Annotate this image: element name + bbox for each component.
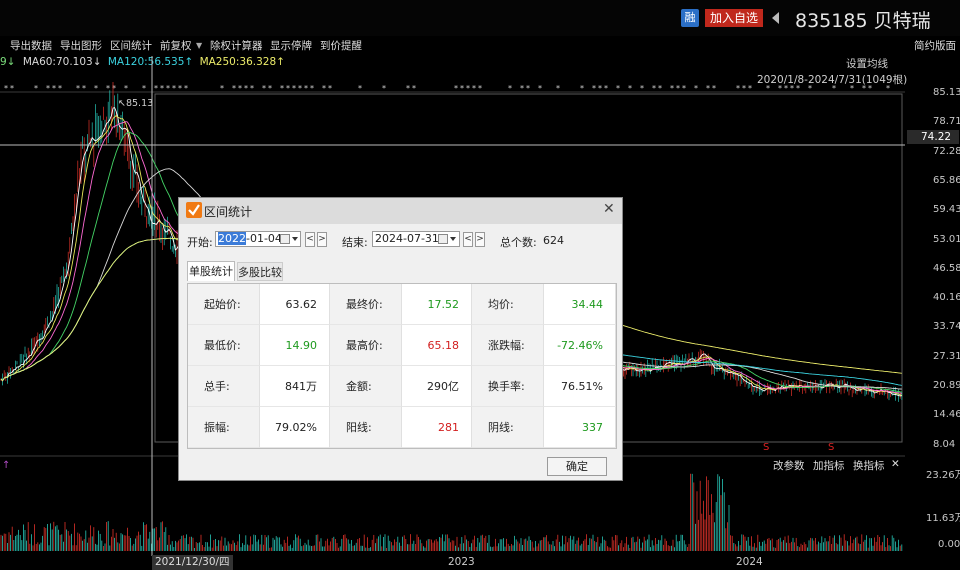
price-tick: 53.01	[933, 233, 960, 245]
end-date-text: 2024-07-31	[375, 232, 439, 245]
stat-value: 79.02%	[260, 407, 330, 448]
dialog-close-icon[interactable]: ✕	[603, 201, 615, 217]
stat-label: 换手率:	[472, 366, 544, 407]
stat-label: 总手:	[188, 366, 260, 407]
stock-name: 贝特瑞	[873, 10, 931, 32]
crosshair-price-label: 74.22	[907, 130, 959, 144]
stats-grid: 起始价: 63.62 最终价: 17.52 均价: 34.44 最低价: 14.90 最高价: 6…	[187, 283, 617, 449]
price-tick: 46.58	[933, 262, 960, 274]
price-tick: 27.31	[933, 350, 960, 362]
price-tick: 65.86	[933, 174, 960, 186]
stat-value: 14.90	[260, 325, 330, 366]
start-year: 2022	[218, 232, 246, 245]
price-tick: 20.89	[933, 380, 960, 391]
volume-tick-top: 23.26万	[926, 470, 960, 481]
top-bar: 融 加入自选 835185 贝特瑞	[0, 0, 960, 36]
ex-rights-calculator-menu[interactable]: 除权计算器	[210, 38, 263, 54]
margin-trading-badge: 融	[681, 9, 699, 27]
x-tick-2023: 2023	[448, 556, 475, 568]
start-date-input[interactable]: 2022-01-04	[215, 231, 301, 247]
price-tick: 78.71	[933, 116, 960, 128]
price-tick: 59.43	[933, 204, 960, 216]
stock-title: 835185 贝特瑞	[795, 6, 931, 33]
price-tick: 14.46	[933, 409, 960, 421]
tab-multi-stock[interactable]: 多股比较	[237, 262, 283, 281]
stat-value: 76.51%	[544, 366, 616, 407]
stat-value: 290亿	[402, 366, 472, 407]
stat-label: 最高价:	[330, 325, 402, 366]
price-tick: 33.74	[933, 321, 960, 333]
stat-label: 阳线:	[330, 407, 402, 448]
crosshair-date-label: 2021/12/30/四	[152, 555, 233, 570]
start-date-rest: -01-04	[246, 232, 282, 245]
close-volume-panel-icon[interactable]: ✕	[891, 458, 900, 470]
range-stats-dialog: 区间统计 ✕ 开始: 2022-01-04 < > 结束: 2024-07-31…	[178, 197, 623, 481]
range-stats-menu[interactable]: 区间统计	[110, 38, 152, 54]
checkmark-icon	[186, 202, 202, 218]
export-image-menu[interactable]: 导出图形	[60, 38, 102, 54]
total-count-label: 总个数:	[500, 236, 537, 249]
chart-menu-bar: 导出数据 导出图形 区间统计 前复权 ▼ 除权计算器 显示停牌 到价提醒 简约版…	[0, 38, 960, 54]
add-to-watchlist-button[interactable]: 加入自选	[705, 9, 764, 27]
dialog-title: 区间统计	[204, 205, 253, 219]
front-adjust-dropdown-icon[interactable]: ▼	[196, 38, 202, 54]
front-adjust-menu[interactable]: 前复权	[160, 38, 192, 54]
export-data-menu[interactable]: 导出数据	[10, 38, 52, 54]
stat-value: 34.44	[544, 284, 616, 325]
stat-label: 振幅:	[188, 407, 260, 448]
prev-stock-arrow-icon[interactable]	[772, 12, 779, 24]
stat-label: 阴线:	[472, 407, 544, 448]
show-suspension-menu[interactable]: 显示停牌	[270, 38, 312, 54]
start-prev-button[interactable]: <	[305, 232, 315, 247]
stat-label: 均价:	[472, 284, 544, 325]
end-prev-button[interactable]: <	[463, 232, 473, 247]
svg-text:S: S	[763, 442, 769, 453]
svg-text:↑: ↑	[2, 460, 10, 471]
add-indicator-button[interactable]: 加指标	[813, 458, 845, 473]
dropdown-arrow-icon[interactable]	[292, 237, 298, 241]
stat-label: 金额:	[330, 366, 402, 407]
price-tick: 8.04	[933, 438, 956, 450]
stat-label: 最终价:	[330, 284, 402, 325]
price-tick: 72.28	[933, 145, 960, 157]
svg-text:S: S	[828, 442, 834, 453]
stock-code: 835185	[795, 10, 868, 32]
stat-label: 涨跌幅:	[472, 325, 544, 366]
dialog-titlebar[interactable]: 区间统计 ✕	[179, 198, 622, 224]
stat-label: 起始价:	[188, 284, 260, 325]
stat-value: 281	[402, 407, 472, 448]
stat-value: 337	[544, 407, 616, 448]
stat-label: 最低价:	[188, 325, 260, 366]
stat-value: 841万	[260, 366, 330, 407]
calendar-icon[interactable]	[280, 234, 290, 244]
switch-indicator-button[interactable]: 换指标	[853, 458, 885, 473]
price-tick: 40.16	[933, 292, 960, 304]
ok-button[interactable]: 确定	[547, 457, 607, 476]
end-date-input[interactable]: 2024-07-31	[372, 231, 460, 247]
stat-value: 65.18	[402, 325, 472, 366]
stat-value: 63.62	[260, 284, 330, 325]
volume-tick-mid: 11.63万	[926, 513, 960, 524]
price-tick: 85.13	[933, 87, 960, 98]
volume-tick-zero: 0.00	[938, 539, 960, 550]
price-alert-menu[interactable]: 到价提醒	[320, 38, 362, 54]
end-next-button[interactable]: >	[475, 232, 485, 247]
stat-value: -72.46%	[544, 325, 616, 366]
start-label: 开始:	[187, 236, 213, 249]
calendar-icon[interactable]	[438, 234, 448, 244]
stat-value: 17.52	[402, 284, 472, 325]
start-next-button[interactable]: >	[317, 232, 327, 247]
x-tick-2024: 2024	[736, 556, 763, 568]
dropdown-arrow-icon[interactable]	[450, 237, 456, 241]
modify-params-button[interactable]: 改参数	[773, 458, 805, 473]
end-label: 结束:	[342, 236, 368, 249]
total-count-value: 624	[543, 234, 564, 247]
tab-single-stock[interactable]: 单股统计	[187, 261, 235, 281]
high-price-marker: ↖85.13	[118, 98, 154, 109]
simple-layout-button[interactable]: 简约版面	[914, 38, 956, 54]
